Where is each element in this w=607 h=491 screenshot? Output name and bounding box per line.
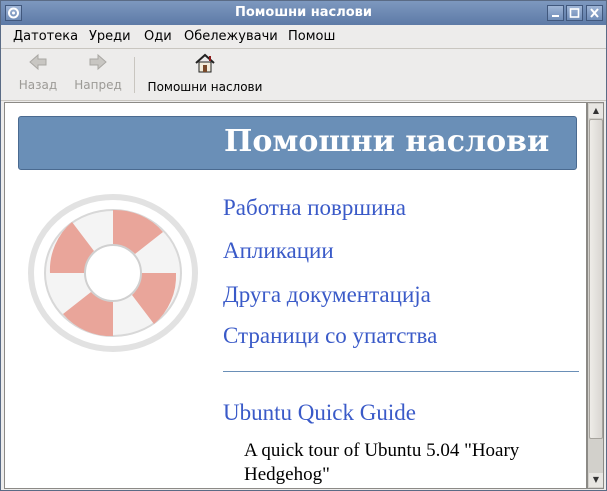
link-ubuntu-quick-guide[interactable]: Ubuntu Quick Guide	[223, 400, 416, 426]
help-browser-window: Помошни наслови Датотека Уреди Оди Обеле…	[0, 0, 607, 491]
menu-edit[interactable]: Уреди	[89, 29, 131, 44]
menu-bookmarks[interactable]: Обележувачи	[184, 29, 278, 44]
back-arrow-icon	[29, 53, 47, 71]
link-other-documentation[interactable]: Друга документација	[223, 282, 431, 308]
back-label: Назад	[18, 78, 58, 92]
menu-go[interactable]: Оди	[144, 29, 172, 44]
page-header: Помошни наслови	[18, 116, 577, 170]
divider	[223, 371, 579, 372]
back-button[interactable]: Назад	[15, 53, 61, 92]
scrollbar-thumb[interactable]	[589, 119, 603, 439]
help-topics-button[interactable]: Помошни наслови	[145, 53, 265, 94]
help-topics-label: Помошни наслови	[147, 80, 263, 94]
home-icon	[195, 53, 215, 73]
toolbar-separator	[134, 57, 135, 93]
forward-button[interactable]: Напред	[71, 53, 125, 92]
lifebuoy-icon	[23, 188, 203, 362]
help-content-area[interactable]: Помошни наслови Работна површина Апликац…	[4, 102, 587, 489]
maximize-button[interactable]	[566, 5, 583, 21]
scroll-down-icon[interactable]: ▼	[589, 473, 603, 487]
link-applications[interactable]: Апликации	[223, 238, 334, 264]
close-button[interactable]	[586, 5, 603, 21]
window-title: Помошни наслови	[234, 5, 373, 20]
forward-label: Напред	[74, 78, 122, 92]
scroll-up-icon[interactable]: ▲	[589, 104, 603, 118]
titlebar[interactable]: Помошни наслови	[1, 1, 606, 25]
link-man-pages[interactable]: Страници со упатства	[223, 323, 437, 349]
menu-file[interactable]: Датотека	[13, 29, 78, 44]
guide-description: A quick tour of Ubuntu 5.04 "Hoary Hedge…	[244, 440, 520, 485]
link-desktop[interactable]: Работна површина	[223, 195, 406, 221]
toolbar: Назад Напред Помошни наслови	[1, 49, 606, 101]
page-title: Помошни наслови	[224, 124, 550, 159]
vertical-scrollbar[interactable]: ▲ ▼	[587, 102, 604, 489]
menubar: Датотека Уреди Оди Обележувачи Помош	[1, 25, 606, 49]
forward-arrow-icon	[89, 53, 107, 71]
menu-help[interactable]: Помош	[288, 29, 335, 44]
minimize-button[interactable]	[547, 5, 564, 21]
